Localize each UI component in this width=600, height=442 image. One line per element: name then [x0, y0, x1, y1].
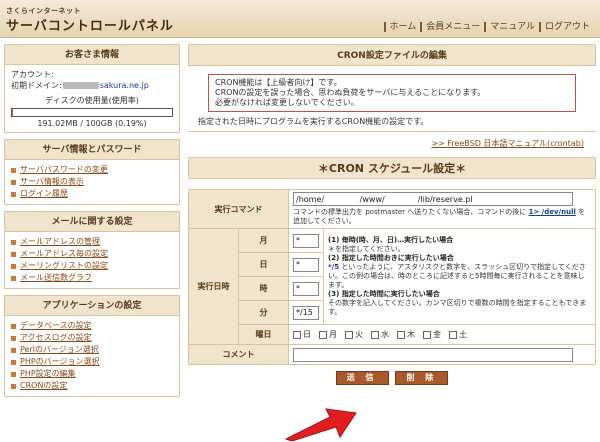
schedule-title: ＊CRON スケジュール設定＊ — [188, 157, 596, 179]
warning-line-3: 必要がなければ変更しないでください。 — [215, 98, 359, 107]
delete-button[interactable]: 削 除 — [395, 371, 449, 385]
sidebar-item-database[interactable]: データベースの設定 — [11, 320, 173, 332]
mail-panel: メールに関する設定 メールアドレスの管理 メールアドレス毎の設定 メーリングリス… — [4, 211, 180, 289]
server-panel: サーバ情報とパスワード サーバパスワードの変更 サーバ情報の表示 ログイン履歴 — [4, 139, 180, 205]
sidebar-item-access-log[interactable]: アクセスログの設定 — [11, 332, 173, 344]
month-label: 月 — [238, 228, 289, 253]
send-button[interactable]: 送 信 — [335, 371, 389, 385]
weekday-fri[interactable]: 金 — [423, 329, 441, 340]
warning-line-1: CRON機能は【上級者向け】です。 — [215, 78, 342, 87]
disk-usage-value: 191.02MB / 100GB (0.19%) — [37, 119, 147, 128]
red-arrow-icon — [284, 408, 357, 441]
command-input[interactable] — [293, 192, 573, 206]
warning-line-2: CRONの設定を誤った場合、思わぬ負荷をサーバに与えることになります。 — [215, 88, 486, 97]
weekday-sun[interactable]: 日 — [293, 329, 311, 340]
section-title: CRON設定ファイルの編集 — [188, 44, 596, 66]
nav-home-link[interactable]: ホーム — [383, 22, 421, 32]
comment-label: コメント — [188, 344, 289, 365]
sidebar-item-cron[interactable]: CRONの設定 — [11, 380, 173, 392]
disk-usage-title: ディスクの使用量(使用率) — [45, 96, 139, 105]
command-label: 実行コマンド — [188, 189, 289, 229]
minute-input[interactable] — [293, 305, 319, 320]
day-label: 日 — [238, 252, 289, 277]
bullet-icon — [11, 323, 16, 329]
bullet-icon — [11, 371, 16, 377]
weekday-checkboxes: 日 月 火 水 木 金 土 — [289, 327, 595, 342]
minute-label: 分 — [238, 300, 289, 325]
sidebar-item-login-history[interactable]: ログイン履歴 — [11, 188, 173, 200]
nav-member-menu-link[interactable]: 会員メニュー — [420, 22, 484, 32]
sidebar-item-mail-graph[interactable]: メール送信数グラフ — [11, 272, 173, 284]
hour-label: 時 — [238, 276, 289, 301]
redacted-block — [62, 82, 99, 89]
domain-suffix: sakura.ne.jp — [99, 81, 149, 90]
sidebar-item-perl-version[interactable]: Perlのバージョン選択 — [11, 344, 173, 356]
weekday-sat[interactable]: 土 — [449, 329, 467, 340]
bullet-icon — [11, 335, 16, 341]
checkbox-icon[interactable] — [423, 330, 431, 339]
app-panel-title: アプリケーションの設定 — [5, 296, 179, 316]
command-note: コマンドの標準出力を postmaster へ送りたくない場合、コマンドの後に … — [293, 208, 586, 225]
weekday-mon[interactable]: 月 — [319, 329, 337, 340]
bullet-icon — [11, 275, 16, 281]
checkbox-icon[interactable] — [345, 330, 353, 339]
checkbox-icon[interactable] — [371, 330, 379, 339]
cron-description: 指定された日時にプログラムを実行するCRON機能の設定です。 — [198, 117, 429, 126]
checkbox-icon[interactable] — [319, 330, 327, 339]
bullet-icon — [11, 263, 16, 269]
bullet-icon — [11, 251, 16, 257]
top-nav: ホーム 会員メニュー マニュアル ログアウト — [383, 22, 595, 32]
weekday-wed[interactable]: 水 — [371, 329, 389, 340]
bullet-icon — [11, 383, 16, 389]
sidebar-item-mail-address[interactable]: メールアドレスの管理 — [11, 236, 173, 248]
cron-notes: (1) 毎時(時、月、日)…実行したい場合 ＊を指定してください。 (2) 指定… — [323, 228, 596, 325]
nav-manual-link[interactable]: マニュアル — [484, 22, 539, 32]
main-content: CRON設定ファイルの編集 CRON機能は【上級者向け】です。 CRONの設定を… — [188, 44, 596, 385]
sidebar-item-server-info[interactable]: サーバ情報の表示 — [11, 176, 173, 188]
sidebar-item-php-settings[interactable]: PHP設定の編集 — [11, 368, 173, 380]
checkbox-icon[interactable] — [449, 330, 457, 339]
month-input[interactable] — [293, 233, 319, 248]
comment-input[interactable] — [293, 347, 573, 362]
button-row: 送 信 削 除 — [188, 371, 596, 385]
nav-logout-link[interactable]: ログアウト — [538, 22, 594, 32]
weekday-label: 曜日 — [238, 324, 289, 345]
mail-panel-title: メールに関する設定 — [5, 212, 179, 232]
hour-input[interactable] — [293, 281, 319, 296]
sidebar-item-php-version[interactable]: PHPのバージョン選択 — [11, 356, 173, 368]
cron-form: 実行コマンド コマンドの標準出力を postmaster へ送りたくない場合、コ… — [188, 189, 596, 365]
sidebar-item-mailing-list[interactable]: メーリングリストの設定 — [11, 260, 173, 272]
account-line: アカウント: — [11, 70, 54, 79]
bullet-icon — [11, 167, 16, 173]
bullet-icon — [11, 359, 16, 365]
domain-line: 初期ドメイン: sakura.ne.jp — [11, 81, 149, 90]
checkbox-icon[interactable] — [293, 330, 301, 339]
warning-box: CRON機能は【上級者向け】です。 CRONの設定を誤った場合、思わぬ負荷をサー… — [208, 74, 576, 112]
disk-usage-bar — [11, 108, 173, 117]
sidebar-item-mail-per-address[interactable]: メールアドレス毎の設定 — [11, 248, 173, 260]
divider — [188, 131, 596, 132]
bullet-icon — [11, 179, 16, 185]
bullet-icon — [11, 347, 16, 353]
customer-info-panel: お客さま情報 アカウント: 初期ドメイン: sakura.ne.jp ディスクの使… — [4, 44, 180, 133]
app-panel: アプリケーションの設定 データベースの設定 アクセスログの設定 Perlのバージ… — [4, 295, 180, 397]
bullet-icon — [11, 191, 16, 197]
manual-link[interactable]: >> FreeBSD 日本語マニュアル(crontab) — [431, 139, 584, 148]
checkbox-icon[interactable] — [397, 330, 405, 339]
disk-usage-fill — [12, 109, 13, 116]
sidebar-item-server-password[interactable]: サーバパスワードの変更 — [11, 164, 173, 176]
server-panel-title: サーバ情報とパスワード — [5, 140, 179, 160]
app-header: さくらインターネット サーバコントロールパネル ホーム 会員メニュー マニュアル… — [0, 0, 600, 38]
weekday-tue[interactable]: 火 — [345, 329, 363, 340]
day-input[interactable] — [293, 257, 319, 272]
sidebar: お客さま情報 アカウント: 初期ドメイン: sakura.ne.jp ディスクの使… — [4, 44, 180, 403]
datetime-label: 実行日時 — [188, 228, 239, 345]
customer-info-title: お客さま情報 — [5, 45, 179, 65]
brand-title: サーバコントロールパネル — [6, 19, 174, 34]
bullet-icon — [11, 239, 16, 245]
weekday-thu[interactable]: 木 — [397, 329, 415, 340]
